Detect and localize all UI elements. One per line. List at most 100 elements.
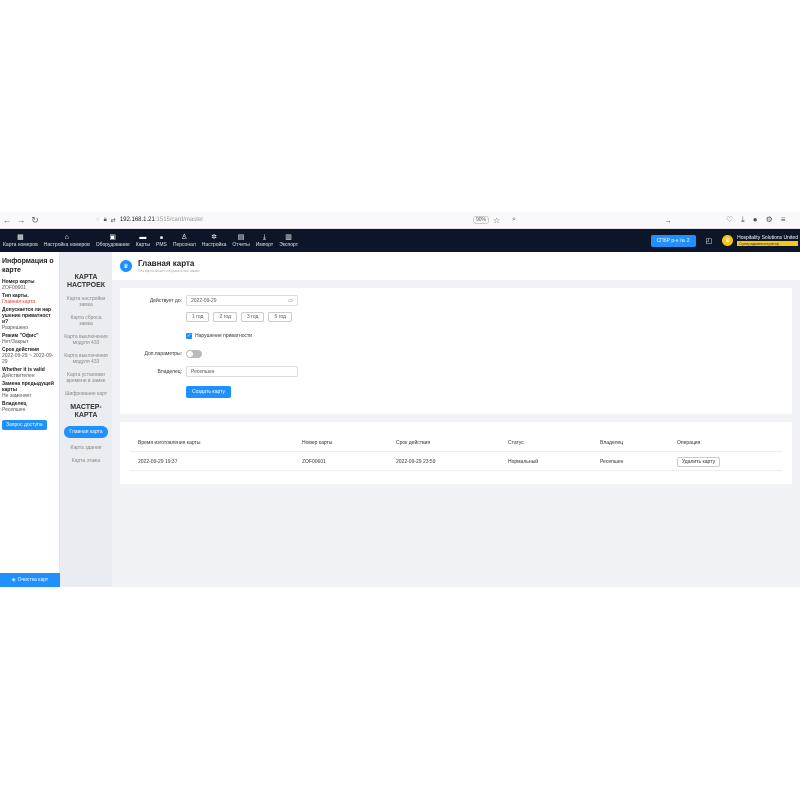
- page-subtitle: Эта карта может открывать все замки: [138, 269, 200, 273]
- eraser-icon: ◈: [11, 577, 16, 583]
- access-request-button[interactable]: Запрос доступа: [2, 420, 47, 430]
- extra-params-toggle[interactable]: [186, 350, 202, 358]
- sidebar-item-floor-card[interactable]: Карта этажа: [64, 458, 108, 464]
- col-owner: Владелец: [600, 440, 624, 446]
- gear-icon: ✲: [211, 233, 218, 241]
- sidebar-item-card-encryption[interactable]: Шифрование карт: [64, 391, 108, 397]
- cell-valid-until: 2022-09-29 23:59: [396, 459, 436, 465]
- section-master-cards: МАСТЕР-КАРТА: [70, 404, 102, 419]
- menu-icon[interactable]: ≡: [781, 215, 786, 225]
- nav-pms[interactable]: ■ PMS: [153, 234, 170, 248]
- owner-input[interactable]: Ресепшен: [186, 366, 298, 377]
- section-settings-cards: КАРТА НАСТРОЕК: [66, 274, 106, 289]
- url-path: :1515/card/master: [154, 217, 204, 223]
- field-value: Не заменяет: [2, 393, 32, 399]
- valid-until-label: Действует до:: [149, 298, 182, 304]
- sidebar-item-time-setup[interactable]: Карта установки времени в замке: [64, 372, 108, 384]
- col-card-no: Номер карты: [302, 440, 333, 446]
- org-logo-icon: ♛: [722, 235, 734, 246]
- sidebar-item-lock-setup[interactable]: Карта настройки замка: [64, 296, 108, 308]
- shield-icon: ◌: [96, 217, 100, 223]
- page-title: Главная карта: [138, 259, 195, 268]
- delete-card-button[interactable]: Удалить карту: [677, 457, 721, 467]
- card-type-sidebar: КАРТА НАСТРОЕК Карта настройки замка Кар…: [60, 252, 112, 587]
- valid-until-value: 2022-09-29: [191, 297, 217, 304]
- nav-settings[interactable]: ✲ Настройка: [199, 234, 230, 248]
- bookmark-star-icon[interactable]: ☆: [493, 216, 500, 225]
- role-badge: Суперадминистратор: [737, 241, 798, 246]
- owner-value: Ресепшен: [191, 368, 215, 375]
- col-valid-until: Срок действия: [396, 440, 431, 446]
- year-3-button[interactable]: 3 год: [240, 312, 265, 322]
- nav-import[interactable]: ⤓ Импорт: [253, 234, 276, 248]
- browser-toolbar: ← → ↻ ◌ 🔒︎ ⇄ 192.168.1.21:1515/card/mast…: [0, 212, 800, 229]
- sidebar-item-lock-reset[interactable]: Карта сброса замка: [64, 315, 108, 327]
- year-2-button[interactable]: 2 год: [213, 312, 237, 322]
- sidebar-item-module-off[interactable]: Карта выключения модуля 433: [64, 334, 108, 346]
- nav-equipment[interactable]: ▣ Оборудование: [93, 234, 133, 248]
- back-icon[interactable]: ←: [0, 215, 14, 225]
- field-value: Ресепшен: [2, 407, 26, 413]
- export-icon: ▥: [285, 233, 292, 241]
- device-icon: ▣: [109, 233, 117, 241]
- permissions-icon: ⇄: [110, 217, 116, 224]
- privacy-checkbox[interactable]: ✓: [186, 333, 192, 339]
- clear-cards-label: Очистка карт: [17, 577, 49, 583]
- sidebar-item-main-card[interactable]: Главная карта: [64, 426, 108, 438]
- clear-cards-button[interactable]: ◈ Очистка карт: [0, 573, 60, 587]
- org-info[interactable]: Hospitality Solutions United Суперадмини…: [737, 235, 798, 246]
- owner-label: Владелец:: [157, 369, 182, 375]
- top-nav: ▦ Карта номеров ⌂ Настройка номеров ▣ Обору…: [0, 229, 800, 252]
- nav-staff[interactable]: ♙ Персонал: [170, 234, 199, 248]
- cell-status: Нормальный: [508, 459, 539, 465]
- year-1-button[interactable]: 1 год: [186, 312, 210, 322]
- person-icon: ♙: [181, 233, 188, 241]
- browser-tools: ♡ ⤓ ● ⚙ ≡: [726, 215, 785, 225]
- create-card-button[interactable]: Создать карту: [186, 386, 231, 398]
- app-screen: ← → ↻ ◌ 🔒︎ ⇄ 192.168.1.21:1515/card/mast…: [0, 212, 800, 587]
- reload-icon[interactable]: ↻: [28, 215, 42, 226]
- sidebar-item-module-off-2[interactable]: Карта выключения модуля 433: [64, 353, 108, 365]
- main-content: ♛ Главная карта Эта карта может открыват…: [112, 252, 800, 587]
- nav-export[interactable]: ▥ Экспорт: [276, 234, 301, 248]
- account-icon[interactable]: ●: [753, 215, 758, 225]
- sidebar-item-building-card[interactable]: Карта здания: [64, 445, 108, 451]
- top-right-area: СПбР р-н № 2 ◰ ♛ Hospitality Solutions U…: [650, 229, 800, 252]
- pms-icon: ■: [159, 234, 163, 241]
- home-icon: ⌂: [64, 233, 69, 241]
- nav-cards[interactable]: ▬ Карты: [133, 234, 153, 248]
- nav-room-settings[interactable]: ⌂ Настройка номеров: [41, 234, 93, 248]
- year-5-button[interactable]: 5 год: [268, 312, 292, 322]
- field-value: Разрешено: [2, 325, 29, 331]
- field-label: Допускается ли нар ушение приватност и?: [2, 307, 52, 325]
- address-bar[interactable]: ◌ 🔒︎ ⇄ 192.168.1.21:1515/card/master: [96, 217, 203, 224]
- col-made-at: Время изготовления карты: [138, 440, 201, 446]
- valid-until-input[interactable]: 2022-09-29 ▭: [186, 295, 298, 306]
- search-icon[interactable]: ⌕: [512, 216, 516, 224]
- privacy-label: Нарушение приватности: [195, 333, 253, 339]
- download-icon[interactable]: ⤓: [741, 215, 745, 225]
- notification-icon[interactable]: ◰: [706, 237, 713, 245]
- card-icon: ▬: [139, 233, 147, 241]
- hotel-select-button[interactable]: СПбР р-н № 2: [650, 234, 696, 247]
- field-value: Действителен: [2, 373, 35, 379]
- pocket-icon[interactable]: ♡: [726, 215, 733, 225]
- nav-reports[interactable]: ▤ Отчеты: [229, 234, 252, 248]
- page-header: ♛ Главная карта Эта карта может открыват…: [112, 252, 800, 280]
- lock-icon: 🔒︎: [103, 216, 107, 223]
- import-icon: ⤓: [262, 233, 267, 241]
- url-host: 192.168.1.21: [119, 217, 155, 223]
- cell-card-no: ZOF00601: [302, 459, 326, 465]
- field-value: Нет/Закрыт: [2, 339, 29, 345]
- table-row: 2022-09-29 19:37 ZOF00601 2022-09-29 23:…: [130, 453, 782, 471]
- extensions-icon[interactable]: ⚙: [766, 215, 773, 225]
- nav-room-map[interactable]: ▦ Карта номеров: [0, 234, 41, 248]
- cards-table: Время изготовления карты Номер карты Сро…: [120, 422, 792, 484]
- forward-icon[interactable]: →: [14, 215, 28, 225]
- go-arrow-icon[interactable]: →: [664, 216, 672, 225]
- zoom-level[interactable]: 90%: [473, 216, 490, 224]
- card-create-form: Действует до: 2022-09-29 ▭ 1 год 2 год 3…: [120, 288, 792, 414]
- field-value: Главная карта: [2, 299, 36, 305]
- calendar-icon: ▭: [288, 297, 293, 304]
- col-status: Статус: [508, 440, 524, 446]
